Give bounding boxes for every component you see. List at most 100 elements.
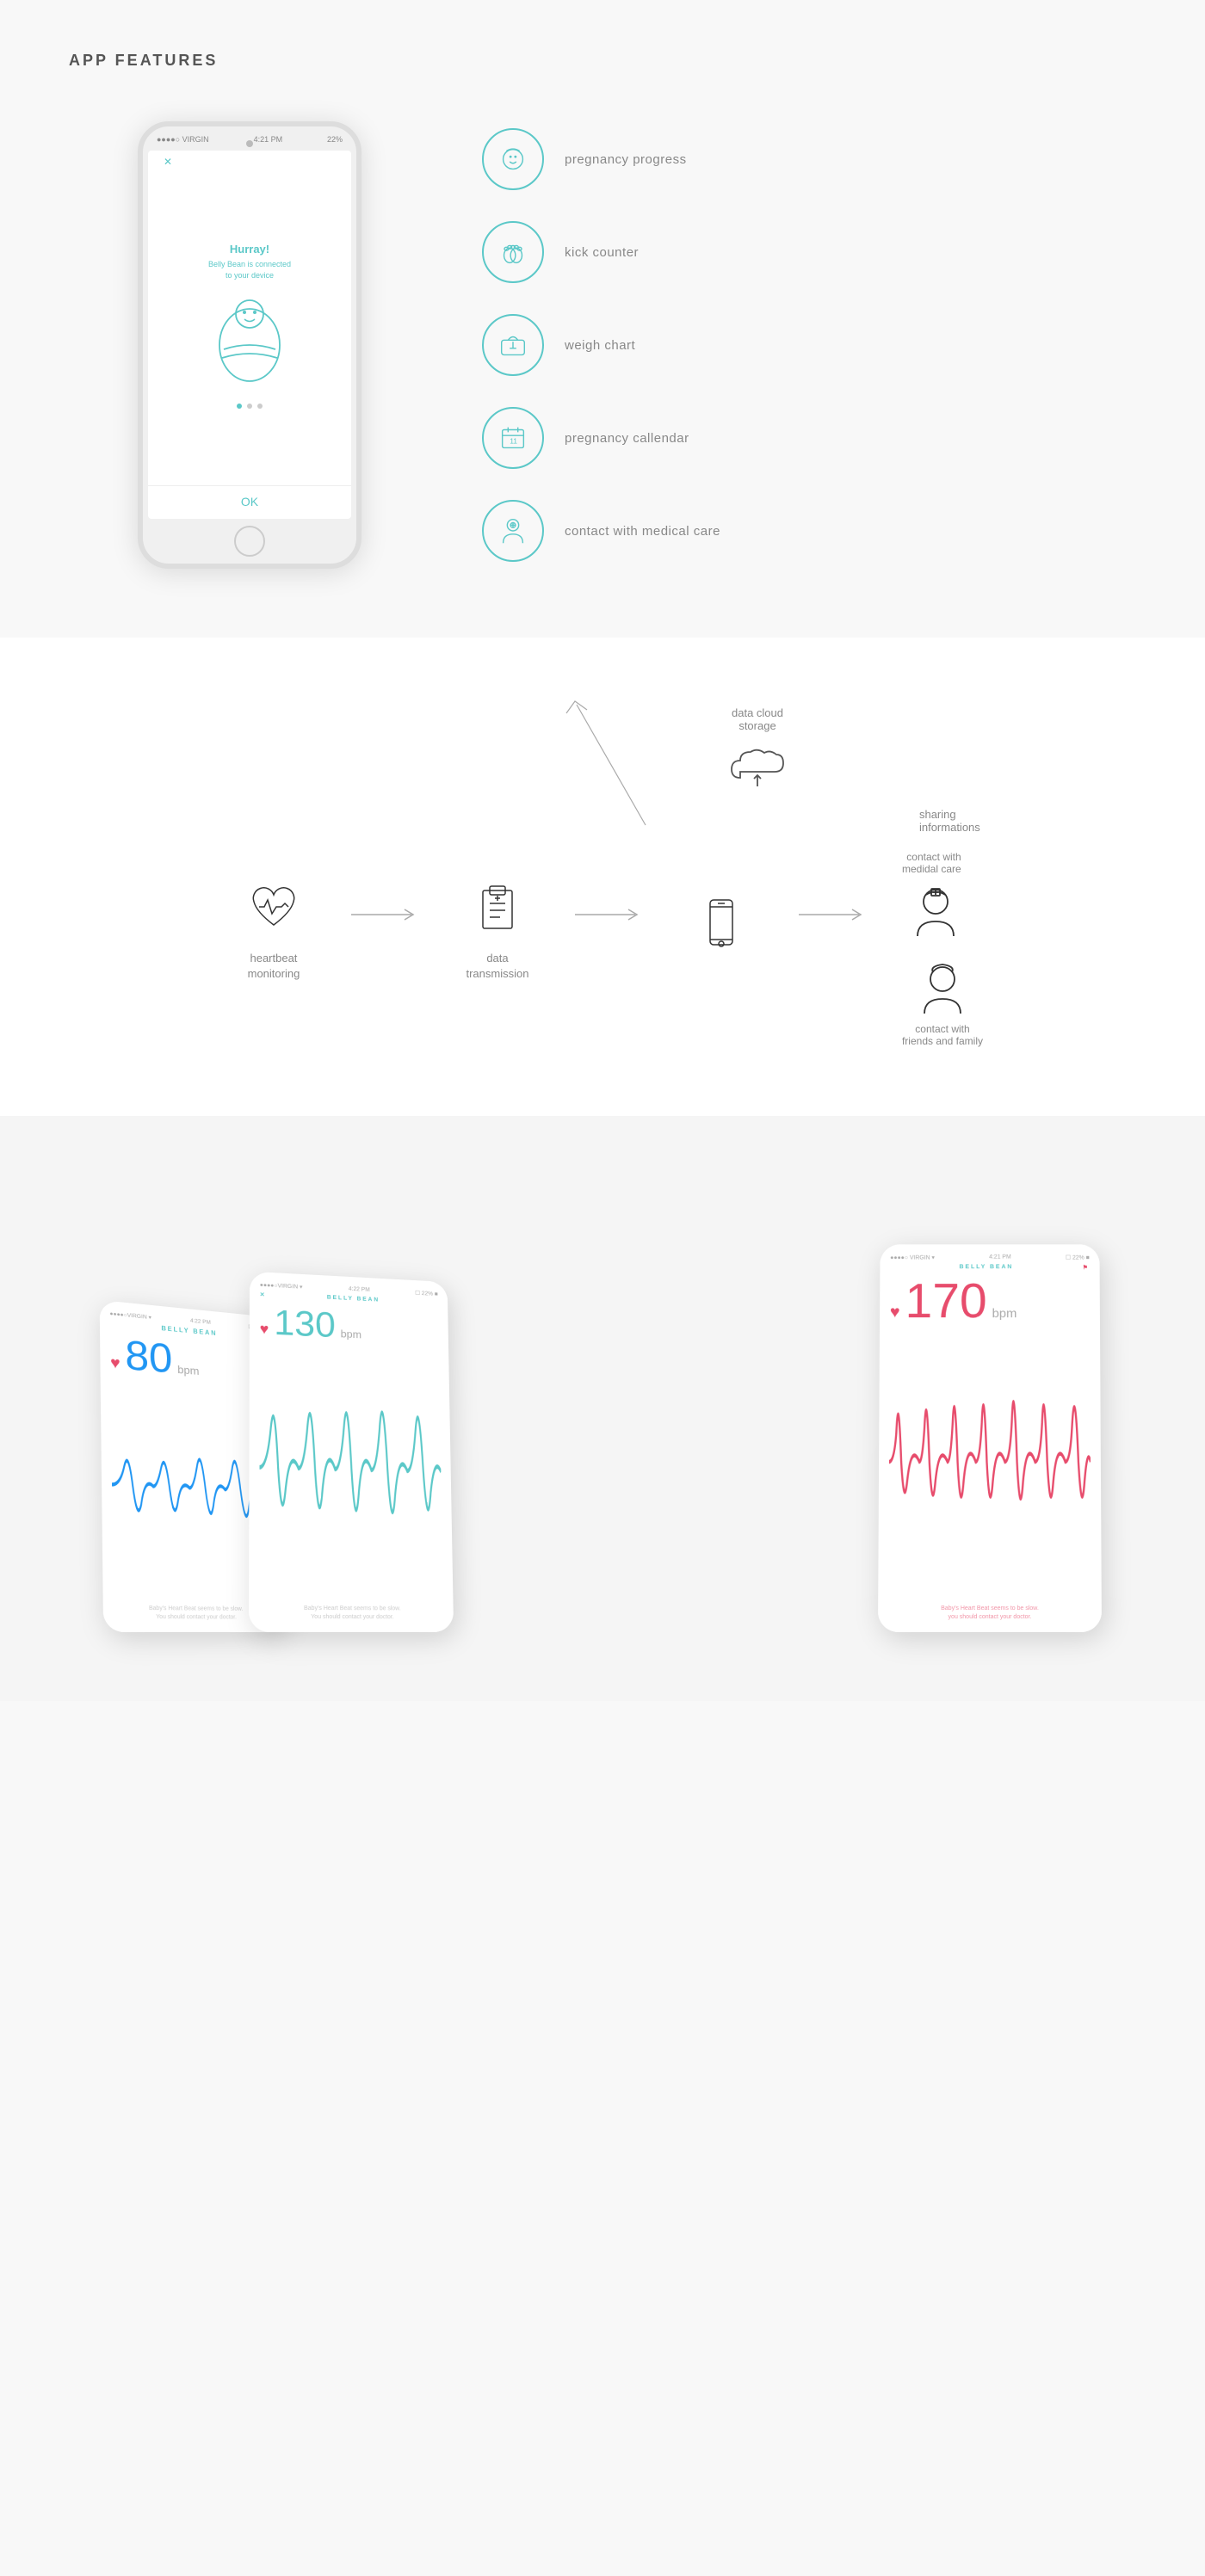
feature-icon-circle [482,221,544,283]
features-list: pregnancy progress kick co [482,128,720,562]
screen-content-2: ●●●●○VIRGIN ▾ 4:22 PM ☐ 22% ■ ✕ BELLY BE… [249,1272,454,1632]
heart-icon-1: ♥ [110,1354,120,1373]
medical-contact: contact withmedidal care [902,851,970,940]
baby-icon [497,143,529,176]
svg-text:11: 11 [510,437,517,446]
ok-section: OK [148,485,351,519]
top-bar-3: ●●●●○ VIRGIN ▾ 4:21 PM ☐ 22% ■ [890,1254,1090,1261]
screen-content-3: ●●●●○ VIRGIN ▾ 4:21 PM ☐ 22% ■ BELLY BEA… [878,1244,1102,1632]
heart-pulse-icon [244,878,304,938]
scale-icon [497,329,529,361]
bpm-unit-3: bpm [992,1307,1017,1321]
family-contact: contact withfriends and family [902,958,983,1047]
right-contacts-area: sharinginformations contact withmedidal … [893,808,983,1047]
phone-mockup: ●●●●○ VIRGIN 4:21 PM 22% ✕ Hurray! Belly… [138,121,362,569]
time-label: 4:21 PM [254,135,283,144]
battery-3: ☐ 22% ■ [1066,1254,1090,1261]
feature-label: kick counter [565,245,639,260]
bpm-screen-3: ●●●●○ VIRGIN ▾ 4:21 PM ☐ 22% ■ BELLY BEA… [878,1244,1102,1632]
section-title: APP FEATURES [69,52,1136,70]
wave-svg-3 [888,1328,1091,1599]
hurray-text: Hurray! [230,243,269,256]
phone-node [670,889,773,966]
cloud-icon [723,739,792,791]
time-3: 4:21 PM [989,1254,1011,1261]
bpm-unit-2: bpm [341,1328,362,1340]
heartbeat-icon-wrap [239,873,308,942]
carrier-2: ●●●●○VIRGIN ▾ [260,1282,303,1291]
nurse-icon [905,880,966,940]
dataflow-section: data cloudstorage heartbeatmonitoring [0,638,1205,1116]
brand-3: BELLY BEAN [960,1264,1014,1271]
list-item: pregnancy progress [482,128,720,190]
arrow-3 [799,906,868,949]
feature-label: contact with medical care [565,524,720,539]
family-label: contact withfriends and family [902,1023,983,1047]
heart-icon-3: ♥ [890,1303,900,1322]
calendar-icon: 11 [497,422,529,454]
time-1: 4:22 PM [190,1318,211,1326]
feature-icon-circle: 11 [482,407,544,469]
clipboard-icon [467,878,528,938]
phone-content: Hurray! Belly Bean is connectedto your d… [198,173,301,485]
arrow-2 [575,906,644,949]
wave-container-3 [888,1328,1091,1599]
doctor-icon [497,515,529,547]
bpm-unit-1: bpm [177,1363,200,1377]
phone-screen-top: ✕ [148,151,351,173]
transmission-label: datatransmission [466,951,528,982]
phone-sub-text: Belly Bean is connectedto your device [208,259,291,280]
dot-1 [237,404,242,409]
list-item: weigh chart [482,314,720,376]
bpm-screen-2: ●●●●○VIRGIN ▾ 4:22 PM ☐ 22% ■ ✕ BELLY BE… [249,1272,454,1632]
time-2: 4:22 PM [349,1286,370,1294]
heartbeat-label: heartbeatmonitoring [248,951,300,982]
list-item: contact with medical care [482,500,720,562]
wave-container-2 [259,1340,443,1599]
battery-label: 22% [327,135,343,144]
cloud-label: data cloudstorage [732,706,783,732]
alert-icon-3: ⚑ [1083,1264,1090,1271]
carrier-label: ●●●●○ VIRGIN [157,135,209,144]
medical-label: contact withmedidal care [902,851,961,875]
feature-icon-circle [482,500,544,562]
footer-3: Baby's Heart Beat seems to be slow.you s… [888,1605,1091,1622]
diagonal-arrow-icon [516,687,689,842]
person-icon [912,958,973,1018]
brand-bar-3: BELLY BEAN ⚑ [890,1264,1090,1271]
footer-2: Baby's Heart Beat seems to be slow.You s… [259,1605,443,1622]
carrier-1: ●●●●○VIRGIN ▾ [109,1310,151,1321]
feet-icon [497,236,529,268]
bpm-screens-container: ●●●●○VIRGIN ▾ 4:22 PM ☐ 22% BELLY BEAN ♥… [34,1202,1171,1632]
arrow-1 [351,906,420,949]
carrier-3: ●●●●○ VIRGIN ▾ [890,1254,935,1261]
data-transmission-node: datatransmission [446,873,549,982]
bpm-display-3: ♥ 170 bpm [890,1278,1090,1328]
heart-icon-2: ♥ [260,1321,269,1338]
list-item: kick counter [482,221,720,283]
clipboard-icon-wrap [463,873,532,942]
dot-3 [257,404,263,409]
dot-2 [247,404,252,409]
phone-camera [246,140,253,147]
bpm-number-3: 170 [905,1278,986,1326]
baby-illustration [207,293,293,388]
bpm-section: ●●●●○VIRGIN ▾ 4:22 PM ☐ 22% BELLY BEAN ♥… [0,1116,1205,1701]
feature-icon-circle [482,314,544,376]
close-button[interactable]: ✕ [164,156,172,168]
wave-svg-2 [259,1340,443,1599]
features-content: ●●●●○ VIRGIN 4:21 PM 22% ✕ Hurray! Belly… [69,121,1136,569]
list-item: 11 pregnancy callendar [482,407,720,469]
phone-icon-wrap [687,889,756,958]
ok-button[interactable]: OK [241,495,258,508]
bpm-number-1: 80 [125,1334,173,1379]
smartphone-icon [691,893,751,953]
close-2: ✕ [260,1291,267,1298]
sharing-label: sharinginformations [919,808,980,834]
feature-icon-circle [482,128,544,190]
phone-home-button[interactable] [234,526,265,557]
heartbeat-node: heartbeatmonitoring [222,873,325,982]
brand-2: BELLY BEAN [327,1295,380,1304]
phone-screen: ✕ Hurray! Belly Bean is connectedto your… [148,151,351,519]
feature-label: pregnancy progress [565,152,687,167]
